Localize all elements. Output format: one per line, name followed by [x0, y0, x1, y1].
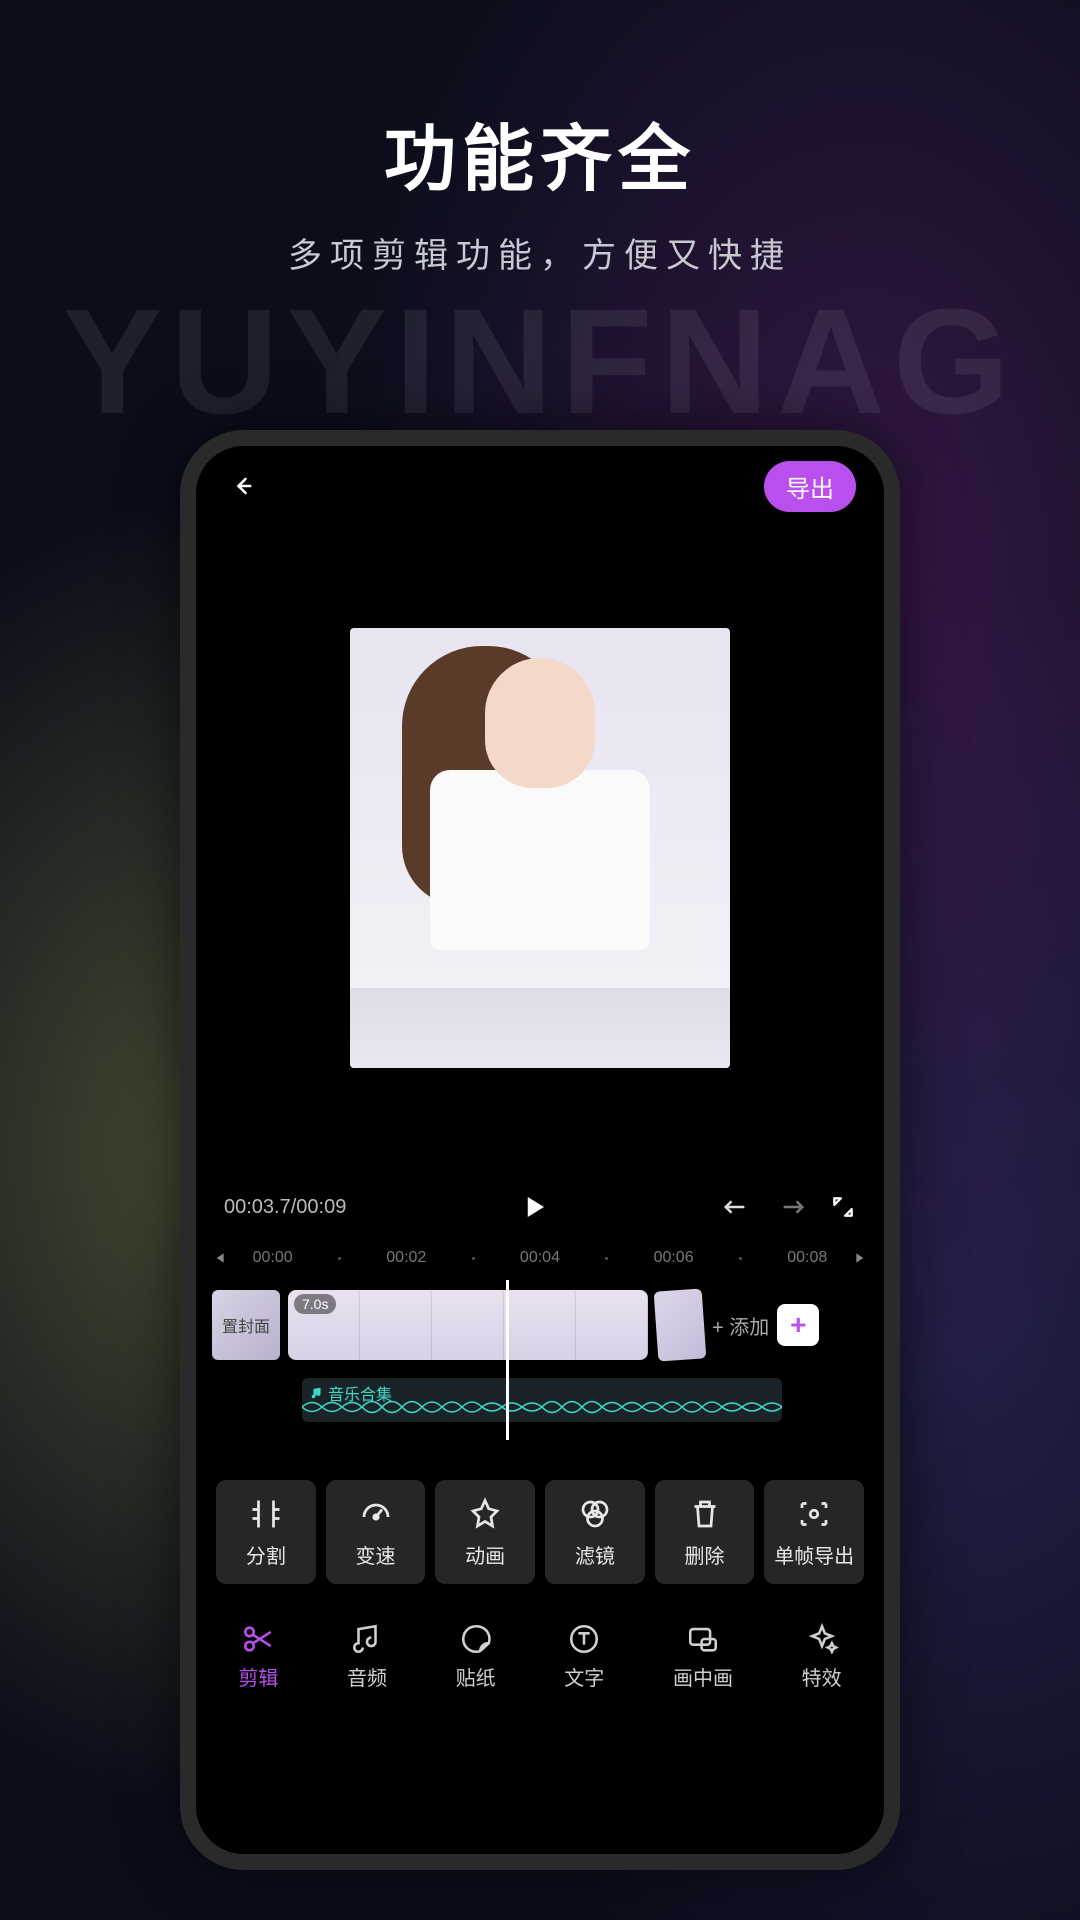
- video-track[interactable]: 置封面 7.0s + 添加 +: [212, 1286, 868, 1364]
- sticker-icon: [459, 1622, 493, 1656]
- fullscreen-button[interactable]: [830, 1194, 856, 1220]
- timeline-playhead[interactable]: [506, 1280, 509, 1440]
- back-button[interactable]: [224, 468, 260, 504]
- add-clip-label: + 添加: [712, 1311, 769, 1340]
- tool-label: 删除: [685, 1540, 725, 1569]
- tool-label: 单帧导出: [774, 1540, 854, 1569]
- page-headline: 功能齐全: [0, 100, 1080, 205]
- tool-label: 动画: [465, 1540, 505, 1569]
- nav-label: 贴纸: [456, 1662, 496, 1691]
- nav-label: 剪辑: [238, 1662, 278, 1691]
- frame-export-icon: [796, 1496, 832, 1532]
- step-forward-button[interactable]: [854, 1251, 868, 1265]
- step-back-button[interactable]: [212, 1251, 226, 1265]
- tool-row: 分割 变速 动画 滤镜 删除 单帧导出: [196, 1440, 884, 1600]
- nav-label: 画中画: [673, 1662, 733, 1691]
- phone-frame: 导出 00:03.7/00:09: [180, 430, 900, 1870]
- scissors-icon: [241, 1622, 275, 1656]
- add-clip-button[interactable]: +: [777, 1304, 819, 1346]
- add-clip-area: + 添加 +: [712, 1304, 819, 1346]
- sparkle-icon: [805, 1622, 839, 1656]
- speed-tool[interactable]: 变速: [326, 1480, 426, 1584]
- ruler-mark: 00:00: [245, 1249, 301, 1267]
- pip-icon: [686, 1622, 720, 1656]
- undo-button[interactable]: [722, 1195, 752, 1219]
- background-watermark: YUYINFNAG: [0, 275, 1080, 448]
- timeline[interactable]: 置封面 7.0s + 添加 + 音乐合集: [196, 1280, 884, 1440]
- video-clip[interactable]: 7.0s: [288, 1290, 648, 1360]
- playback-bar: 00:03.7/00:09: [196, 1178, 884, 1236]
- nav-effects[interactable]: 特效: [802, 1622, 842, 1691]
- nav-audio[interactable]: 音频: [347, 1622, 387, 1691]
- page-subheadline: 多项剪辑功能，方便又快捷: [0, 228, 1080, 277]
- filter-icon: [577, 1496, 613, 1532]
- nav-text[interactable]: 文字: [564, 1622, 604, 1691]
- play-button[interactable]: [519, 1192, 549, 1222]
- ruler-ticks: 00:00 00:02 00:04 00:06 00:08: [226, 1249, 854, 1267]
- nav-edit[interactable]: 剪辑: [238, 1622, 278, 1691]
- nav-label: 特效: [802, 1662, 842, 1691]
- trash-icon: [687, 1496, 723, 1532]
- text-icon: [567, 1622, 601, 1656]
- arrow-left-icon: [228, 472, 256, 500]
- ruler-mark: 00:08: [779, 1249, 835, 1267]
- audio-waveform: [302, 1396, 782, 1418]
- nav-label: 文字: [564, 1662, 604, 1691]
- set-cover-button[interactable]: 置封面: [212, 1290, 280, 1360]
- app-screen: 导出 00:03.7/00:09: [196, 446, 884, 1854]
- preview-frame: [350, 628, 730, 1068]
- animation-tool[interactable]: 动画: [435, 1480, 535, 1584]
- ruler-mark: 00:06: [646, 1249, 702, 1267]
- clip-duration-badge: 7.0s: [294, 1294, 336, 1314]
- filter-tool[interactable]: 滤镜: [545, 1480, 645, 1584]
- nav-pip[interactable]: 画中画: [673, 1622, 733, 1691]
- export-button[interactable]: 导出: [764, 461, 856, 512]
- star-icon: [467, 1496, 503, 1532]
- music-icon: [350, 1622, 384, 1656]
- nav-label: 音频: [347, 1662, 387, 1691]
- ruler-mark: 00:04: [512, 1249, 568, 1267]
- delete-tool[interactable]: 删除: [655, 1480, 755, 1584]
- video-preview[interactable]: [196, 518, 884, 1178]
- frame-export-tool[interactable]: 单帧导出: [764, 1480, 864, 1584]
- top-bar: 导出: [196, 446, 884, 518]
- nav-sticker[interactable]: 贴纸: [456, 1622, 496, 1691]
- timeline-ruler[interactable]: 00:00 00:02 00:04 00:06 00:08: [196, 1236, 884, 1280]
- split-icon: [248, 1496, 284, 1532]
- split-tool[interactable]: 分割: [216, 1480, 316, 1584]
- tool-label: 分割: [246, 1540, 286, 1569]
- redo-button[interactable]: [776, 1195, 806, 1219]
- tool-label: 滤镜: [575, 1540, 615, 1569]
- speed-icon: [358, 1496, 394, 1532]
- bottom-nav: 剪辑 音频 贴纸 文字 画中画 特效: [196, 1600, 884, 1728]
- tool-label: 变速: [356, 1540, 396, 1569]
- audio-track[interactable]: 音乐合集: [302, 1378, 782, 1422]
- clip-end-thumb[interactable]: [654, 1288, 707, 1361]
- time-display: 00:03.7/00:09: [224, 1196, 346, 1219]
- ruler-mark: 00:02: [378, 1249, 434, 1267]
